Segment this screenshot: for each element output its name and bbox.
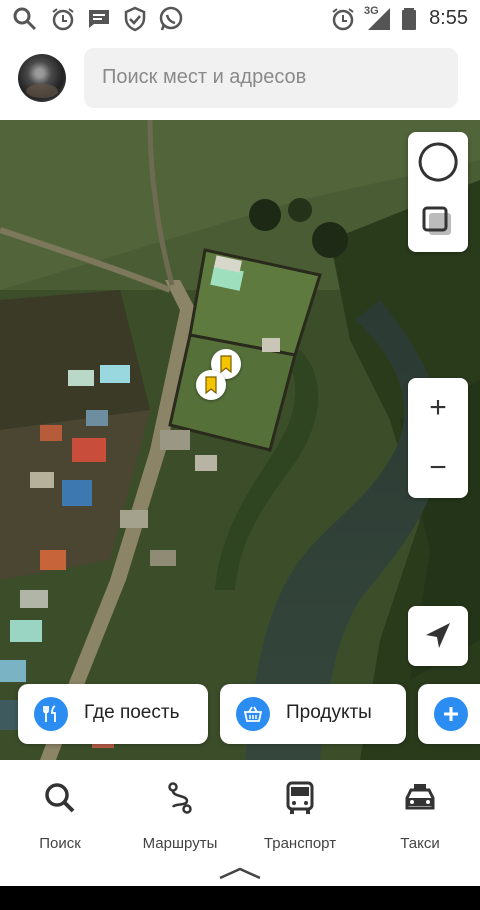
avatar[interactable]: [18, 54, 66, 102]
circle-layer-icon: [418, 142, 458, 182]
search-icon: [45, 783, 75, 813]
fork-knife-icon: [34, 697, 68, 731]
chip-food[interactable]: Где поесть: [18, 684, 208, 744]
nav-routes[interactable]: Маршруты: [120, 760, 240, 856]
circle-layer-button[interactable]: [408, 132, 468, 192]
search-input[interactable]: Поиск мест и адресов: [84, 48, 458, 108]
bookmark-marker[interactable]: [196, 370, 226, 400]
shield-icon: [124, 6, 146, 32]
layers-control: [408, 132, 468, 252]
zoom-in-button[interactable]: +: [408, 378, 468, 438]
nav-taxi[interactable]: Такси: [360, 760, 480, 856]
locate-button[interactable]: [408, 606, 468, 666]
bookmark-icon: [205, 376, 217, 395]
search-icon: [13, 7, 37, 31]
plus-icon: [434, 697, 468, 731]
bottom-sheet-handle[interactable]: [0, 856, 480, 886]
nav-taxi-label: Такси: [400, 835, 440, 852]
chip-food-label: Где поесть: [84, 702, 180, 723]
bottom-navigation: Поиск Маршруты Транспорт Такси: [0, 760, 480, 856]
location-arrow-icon: [426, 623, 450, 648]
top-bar: Поиск мест и адресов: [0, 38, 480, 120]
square-layer-button[interactable]: [408, 192, 468, 252]
system-navigation-bar: [0, 886, 480, 910]
bus-icon: [286, 781, 314, 814]
search-placeholder: Поиск мест и адресов: [102, 66, 307, 88]
status-bar: 3G 8:55: [0, 0, 480, 38]
zoom-control: + −: [408, 378, 468, 498]
taxi-icon: [405, 784, 435, 810]
nav-search-label: Поиск: [39, 835, 81, 852]
battery-icon: [402, 8, 416, 30]
basket-icon: [236, 697, 270, 731]
message-icon: [89, 10, 109, 28]
chip-more[interactable]: [418, 684, 480, 744]
zoom-out-button[interactable]: −: [408, 438, 468, 498]
nav-transport[interactable]: Транспорт: [240, 760, 360, 856]
alarm-icon: [332, 8, 354, 31]
alarm-icon: [52, 8, 74, 31]
satellite-map[interactable]: + −: [0, 120, 480, 760]
nav-routes-label: Маршруты: [142, 835, 218, 852]
clock: 8:55: [429, 7, 468, 29]
signal-icon: [368, 8, 390, 30]
chevron-up-icon: [219, 867, 261, 880]
chip-groceries[interactable]: Продукты: [220, 684, 406, 744]
square-layer-icon: [422, 206, 451, 235]
route-icon: [168, 782, 192, 814]
nav-transport-label: Транспорт: [263, 835, 337, 852]
nav-search[interactable]: Поиск: [0, 760, 120, 856]
chip-groceries-label: Продукты: [286, 702, 372, 723]
whatsapp-icon: [159, 6, 183, 31]
